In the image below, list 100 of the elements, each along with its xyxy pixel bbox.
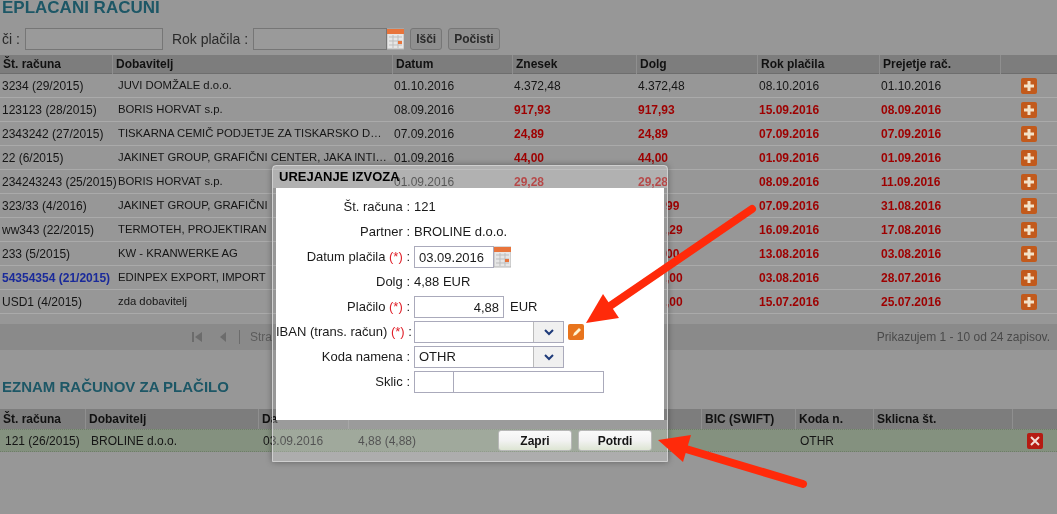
table-cell[interactable]: 54354354 (21/2015) (2, 270, 111, 285)
field-label: Plačilo (*) : (346, 298, 411, 317)
dropdown-field[interactable] (414, 321, 564, 343)
delete-icon[interactable] (1026, 432, 1043, 449)
table-cell[interactable]: 323/33 (4/2016) (2, 198, 87, 213)
table-cell: ,00 (666, 294, 683, 309)
field-value: 121 (414, 198, 436, 217)
field-label: Dolg : (375, 273, 411, 292)
column-header[interactable]: Št. računa (0, 409, 85, 429)
search-field[interactable] (24, 28, 163, 50)
column-header[interactable]: Prejetje rač. (879, 55, 1000, 74)
table-cell: 03.08.2016 (881, 246, 942, 261)
table-cell: 15.09.2016 (759, 102, 820, 117)
table-cell: 07.09.2016 (759, 126, 820, 141)
dialog-button[interactable]: Zapri (498, 430, 572, 451)
currency-label: EUR (510, 298, 538, 317)
table-cell: 44,00 (514, 150, 545, 165)
table-cell: JAKINET GROUP, GRAFIČNI CENTER, JAKA INTI… (118, 151, 387, 164)
add-icon[interactable] (1020, 197, 1037, 214)
dialog-button[interactable]: Potrdi (578, 430, 652, 451)
amount-field[interactable]: 4,88 (414, 296, 504, 318)
date-field[interactable]: 03.09.2016 (414, 246, 494, 268)
search-button[interactable]: Počisti (448, 28, 500, 50)
dropdown-field[interactable]: OTHR (414, 346, 564, 368)
search-button[interactable]: Išči (410, 28, 443, 50)
table-cell: zda dobavitelj (118, 295, 188, 308)
table-cell: 24,89 (638, 126, 669, 141)
table-cell: 4.372,48 (638, 78, 685, 93)
table-cell: 03.09.2016 (263, 433, 324, 448)
column-header[interactable]: Datum (392, 55, 512, 74)
table-cell: 01.09.2016 (394, 150, 455, 165)
add-icon[interactable] (1020, 269, 1037, 286)
table-cell: 08.10.2016 (759, 78, 820, 93)
table-cell: 01.10.2016 (394, 78, 455, 93)
reference-model-field[interactable] (414, 371, 454, 393)
table-cell: TISKARNA CEMIČ PODJETJE ZA TISKARSKO D… (118, 127, 382, 140)
table-cell[interactable]: 2343242 (27/2015) (2, 126, 104, 141)
table-cell[interactable]: 22 (6/2015) (2, 150, 64, 165)
table-cell: KW - KRANWERKE AG (118, 247, 238, 260)
add-icon[interactable] (1020, 221, 1037, 238)
table-cell: 4,88 (4,88) (358, 433, 417, 448)
table-cell: 16.09.2016 (759, 222, 820, 237)
add-icon[interactable] (1020, 77, 1037, 94)
add-icon[interactable] (1020, 293, 1037, 310)
field-label: Sklic : (374, 373, 411, 392)
table-cell: OTHR (800, 433, 834, 448)
table-cell: TERMOTEH, PROJEKTIRAN (118, 223, 267, 236)
table-cell: 31.08.2016 (881, 198, 942, 213)
table-cell[interactable]: 3234 (29/2015) (2, 78, 84, 93)
table-cell: 07.09.2016 (759, 198, 820, 213)
table-cell: JUVI DOMŽALE d.o.o. (118, 79, 232, 92)
field-label: Št. računa : (342, 198, 411, 217)
add-icon[interactable] (1020, 245, 1037, 262)
add-icon[interactable] (1020, 101, 1037, 118)
table-cell: 01.09.2016 (759, 150, 820, 165)
caret-icon (543, 328, 554, 336)
field-label: IBAN (trans. račun) (*) : (276, 323, 413, 342)
field-value: 4,88 EUR (414, 273, 471, 292)
column-header[interactable]: Dolg (636, 55, 757, 74)
table-cell[interactable]: 234243243 (25/2015) (2, 174, 117, 189)
column-header[interactable]: Znesek (512, 55, 636, 74)
table-cell: 08.09.2016 (881, 102, 942, 117)
search-label: či : (2, 29, 20, 49)
table-cell: EDINPEX EXPORT, IMPORT (118, 271, 266, 284)
add-icon[interactable] (1020, 149, 1037, 166)
table-cell: 28.07.2016 (881, 270, 942, 285)
page-title: EPLACANI RACUNI (1, 0, 161, 18)
table-cell: ,00 (666, 270, 683, 285)
reference-number-field[interactable] (454, 371, 604, 393)
table-cell: 01.10.2016 (881, 78, 942, 93)
table-cell[interactable]: USD1 (4/2015) (2, 294, 83, 309)
calendar-icon[interactable] (387, 28, 405, 50)
table-cell: ,29 (666, 222, 683, 237)
column-header[interactable]: Rok plačila (757, 55, 879, 74)
table-cell: 07.09.2016 (881, 126, 942, 141)
calendar-icon[interactable] (494, 246, 511, 268)
table-cell: 4.372,48 (514, 78, 561, 93)
pencil-icon[interactable] (568, 324, 584, 340)
table-cell[interactable]: ww343 (22/2015) (2, 222, 95, 237)
caret-icon (543, 353, 554, 361)
table-cell[interactable]: 123123 (28/2015) (2, 102, 97, 117)
table-cell: 07.09.2016 (394, 126, 455, 141)
table-cell: 917,93 (638, 102, 675, 117)
table-cell: 29,28 (638, 174, 669, 189)
table-cell: 08.09.2016 (759, 174, 820, 189)
add-icon[interactable] (1020, 125, 1037, 142)
table-cell: 08.09.2016 (394, 102, 455, 117)
add-icon[interactable] (1020, 173, 1037, 190)
table-cell: BROLINE d.o.o. (91, 433, 178, 448)
column-header[interactable]: Dobavitelj (112, 55, 392, 74)
table-cell: 17.08.2016 (881, 222, 942, 237)
table-cell: 15.07.2016 (759, 294, 820, 309)
table-cell[interactable]: 233 (5/2015) (2, 246, 71, 261)
field-label: Koda namena : (320, 348, 411, 367)
table-cell: 11.09.2016 (881, 174, 941, 189)
column-header[interactable]: Št. računa (0, 55, 112, 74)
table-cell: BORIS HORVAT s.p. (118, 175, 223, 188)
field-value: BROLINE d.o.o. (414, 223, 508, 242)
field-label: Datum plačila (*) : (305, 248, 411, 267)
due-date-field[interactable] (253, 28, 388, 50)
